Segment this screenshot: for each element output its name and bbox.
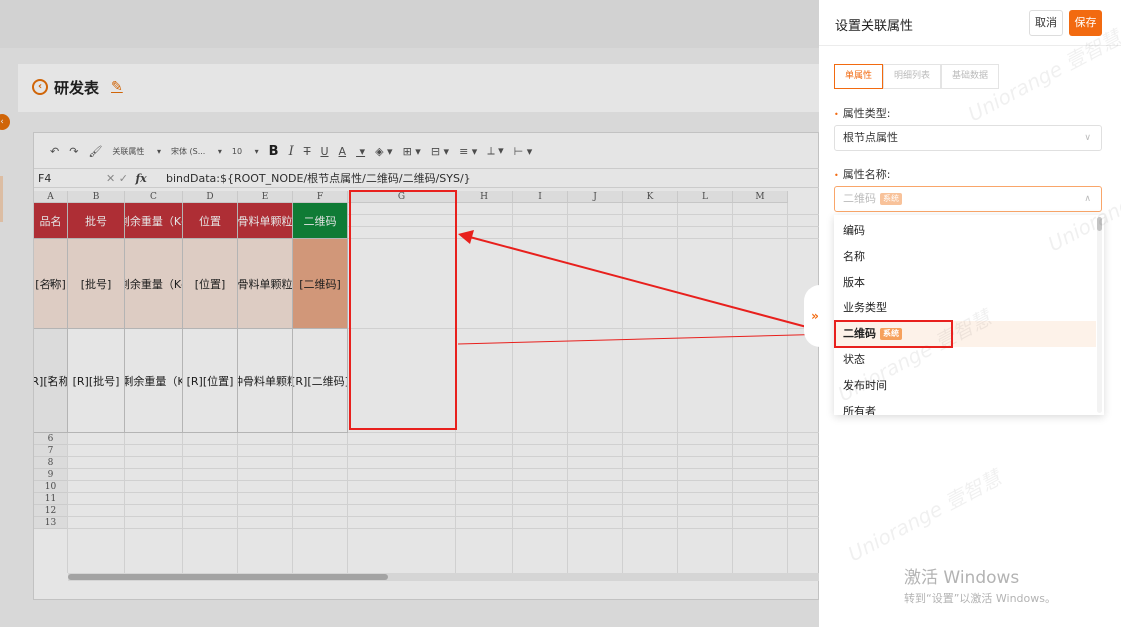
dropdown-option-label: 业务类型 — [843, 301, 887, 315]
activation-subtitle: 转到“设置”以激活 Windows。 — [904, 592, 1056, 605]
system-badge: 系统 — [880, 193, 902, 205]
drawer-header: 设置关联属性 取消 保存 — [819, 0, 1121, 46]
property-type-select[interactable]: 根节点属性 ∨ — [834, 125, 1102, 151]
annotation-box-column-f — [349, 190, 457, 430]
required-icon: • — [834, 110, 839, 119]
property-name-label-text: 属性名称: — [842, 168, 891, 181]
tab-detail-list[interactable]: 明细列表 — [883, 64, 942, 89]
tab-single-property[interactable]: 单属性 — [834, 64, 884, 89]
dropdown-option[interactable]: 所有者 — [834, 399, 1096, 415]
dropdown-option[interactable]: 版本 — [834, 270, 1096, 296]
relation-property-drawer: 设置关联属性 取消 保存 单属性 明细列表 基础数据 • 属性类型: 根节点属性 … — [819, 0, 1121, 627]
property-type-value: 根节点属性 — [843, 131, 898, 144]
property-name-select[interactable]: 二维码 系统 ∧ — [834, 186, 1102, 212]
dropdown-option-label: 状态 — [843, 353, 865, 366]
activation-title: 激活 Windows — [904, 568, 1020, 588]
dropdown-option-label: 名称 — [843, 249, 865, 263]
annotation-box-option — [834, 320, 953, 348]
property-type-label: • 属性类型: — [834, 105, 890, 121]
dropdown-option-label: 版本 — [843, 275, 865, 289]
dropdown-option-label: 所有者 — [843, 404, 876, 415]
property-type-label-text: 属性类型: — [842, 107, 891, 120]
windows-activation-notice: 激活 Windows 转到“设置”以激活 Windows。 — [904, 563, 1056, 606]
property-tabs: 单属性 明细列表 基础数据 — [834, 64, 1000, 89]
dropdown-scrollbar[interactable] — [1097, 217, 1102, 413]
property-name-placeholder: 二维码 — [843, 192, 876, 205]
property-name-label: • 属性名称: — [834, 166, 890, 182]
watermark: Uniorange 壹智慧 — [843, 465, 1006, 567]
chevron-down-icon: ∨ — [1084, 133, 1091, 143]
cancel-button[interactable]: 取消 — [1029, 10, 1063, 36]
required-icon: • — [834, 171, 839, 180]
drawer-title: 设置关联属性 — [835, 19, 914, 34]
dropdown-option-label: 编码 — [843, 224, 865, 237]
